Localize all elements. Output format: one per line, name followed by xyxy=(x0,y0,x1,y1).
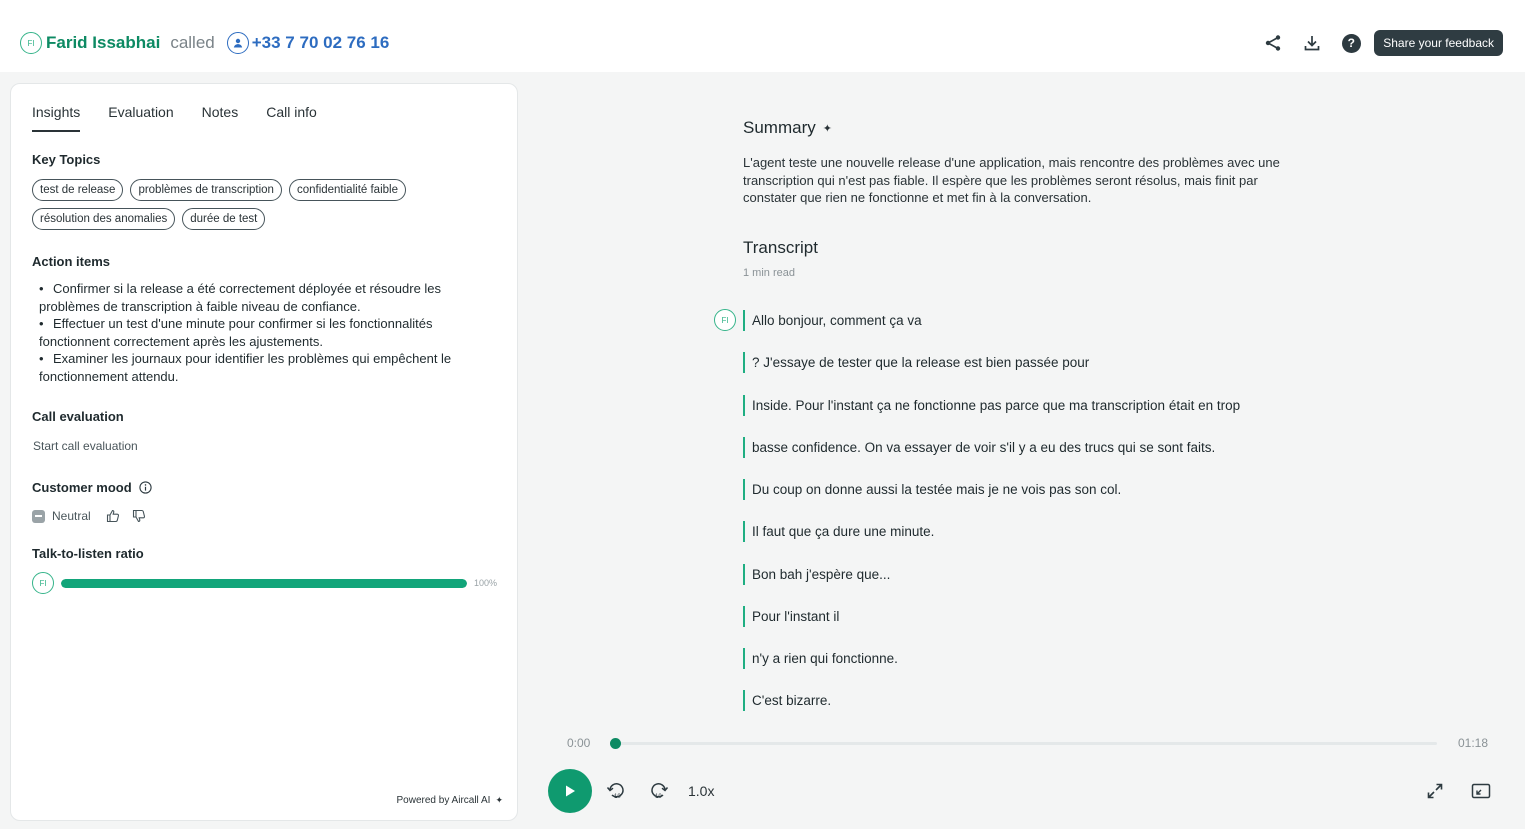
rewind-icon: 10 xyxy=(606,783,624,800)
expand-icon[interactable] xyxy=(1424,780,1446,802)
transcript-line[interactable]: n'y a rien qui fonctionne. xyxy=(743,648,898,669)
info-icon[interactable] xyxy=(139,481,152,494)
called-label: called xyxy=(170,33,215,52)
talk-ratio-row: FI 100% xyxy=(32,572,497,594)
playback-speed[interactable]: 1.0x xyxy=(688,783,714,799)
action-items-title: Action items xyxy=(32,254,111,269)
call-title: FI Farid Issabhai called +33 7 70 02 76 … xyxy=(20,30,389,56)
play-icon xyxy=(566,785,575,797)
read-time: 1 min read xyxy=(743,267,795,279)
transcript-line[interactable]: ? J'essaye de tester que la release est … xyxy=(743,352,1089,373)
summary-section: Summary ✦ L'agent teste une nouvelle rel… xyxy=(743,118,1303,207)
key-topics-list: test de release problèmes de transcripti… xyxy=(32,179,502,230)
powered-by: Powered by Aircall AI ✦ xyxy=(396,795,503,806)
audio-progress-track[interactable] xyxy=(612,742,1437,745)
transcript-line[interactable]: Inside. Pour l'instant ça ne fonctionne … xyxy=(743,395,1240,416)
transcript-line[interactable]: Allo bonjour, comment ça va xyxy=(743,310,922,331)
help-icon[interactable]: ? xyxy=(1340,32,1362,54)
customer-mood-row: Neutral xyxy=(32,508,147,524)
tab-insights[interactable]: Insights xyxy=(32,104,81,132)
header-actions: ? Share your feedback xyxy=(1245,30,1503,56)
transcript-line[interactable]: basse confidence. On va essayer de voir … xyxy=(743,437,1215,458)
topic-chip[interactable]: résolution des anomalies xyxy=(32,208,176,230)
transcript-speaker-avatar: FI xyxy=(714,309,736,331)
key-topics-title: Key Topics xyxy=(32,152,101,167)
phone-number[interactable]: +33 7 70 02 76 16 xyxy=(252,33,390,53)
start-call-evaluation-link[interactable]: Start call evaluation xyxy=(33,439,138,453)
action-item: • Confirmer si la release a été correctem… xyxy=(39,281,442,314)
action-item: • Examiner les journaux pour identifier l… xyxy=(39,351,452,384)
caller-name[interactable]: Farid Issabhai xyxy=(46,33,160,53)
topic-chip[interactable]: durée de test xyxy=(182,208,266,230)
topic-chip[interactable]: confidentialité faible xyxy=(288,179,406,201)
transcript-line[interactable]: Du coup on donne aussi la testée mais je… xyxy=(743,479,1121,500)
play-button[interactable] xyxy=(548,769,592,813)
speaker-avatar: FI xyxy=(32,572,54,594)
summary-text: L'agent teste une nouvelle release d'une… xyxy=(743,155,1280,205)
forward-icon: 10 xyxy=(651,783,669,800)
forward-10-button[interactable]: 10 xyxy=(648,780,670,802)
talk-ratio-percent: 100% xyxy=(474,578,498,588)
transcript-line[interactable]: Pour l'instant il xyxy=(743,606,839,627)
share-feedback-button[interactable]: Share your feedback xyxy=(1374,30,1503,56)
picture-in-picture-icon[interactable] xyxy=(1470,780,1492,802)
action-items-list: • Confirmer si la release a été correctem… xyxy=(39,280,499,386)
talk-ratio-bar xyxy=(61,578,467,588)
current-time: 0:00 xyxy=(567,736,591,750)
talk-ratio-title: Talk-to-listen ratio xyxy=(32,546,144,561)
topic-chip[interactable]: problèmes de transcription xyxy=(130,179,282,201)
panel-tabs: Insights Evaluation Notes Call info xyxy=(32,104,345,132)
thumbs-up-icon[interactable] xyxy=(105,508,121,524)
sparkle-icon: ✦ xyxy=(822,122,832,135)
thumbs-down-icon[interactable] xyxy=(131,508,147,524)
call-evaluation-title: Call evaluation xyxy=(32,409,124,424)
share-icon[interactable] xyxy=(1262,32,1284,54)
topic-chip[interactable]: test de release xyxy=(32,179,124,201)
mood-value: Neutral xyxy=(52,509,91,523)
customer-mood-title: Customer mood xyxy=(32,480,152,495)
sparkle-icon: ✦ xyxy=(495,795,503,805)
transcript-line[interactable]: Il faut que ça dure une minute. xyxy=(743,521,934,542)
neutral-icon xyxy=(32,509,45,523)
total-time: 01:18 xyxy=(1458,736,1489,750)
tab-call-info[interactable]: Call info xyxy=(266,104,317,132)
rewind-10-button[interactable]: 10 xyxy=(605,780,627,802)
transcript-line[interactable]: C'est bizarre. xyxy=(743,690,831,711)
svg-text:10: 10 xyxy=(614,794,621,800)
transcript-title: Transcript xyxy=(743,238,818,257)
transcript-line[interactable]: Bon bah j'espère que... xyxy=(743,564,890,585)
summary-title: Summary ✦ xyxy=(743,118,832,137)
contact-icon xyxy=(226,32,249,54)
tab-notes[interactable]: Notes xyxy=(202,104,239,132)
talk-ratio-fill xyxy=(61,578,467,588)
insights-panel: Insights Evaluation Notes Call info Key … xyxy=(10,83,518,821)
download-icon[interactable] xyxy=(1301,32,1323,54)
audio-progress-knob[interactable] xyxy=(610,738,621,749)
action-item: • Effectuer un test d'une minute pour con… xyxy=(39,316,433,349)
caller-avatar: FI xyxy=(20,32,42,54)
svg-text:10: 10 xyxy=(655,794,662,800)
tab-evaluation[interactable]: Evaluation xyxy=(108,104,173,132)
call-header: FI Farid Issabhai called +33 7 70 02 76 … xyxy=(0,0,1525,72)
